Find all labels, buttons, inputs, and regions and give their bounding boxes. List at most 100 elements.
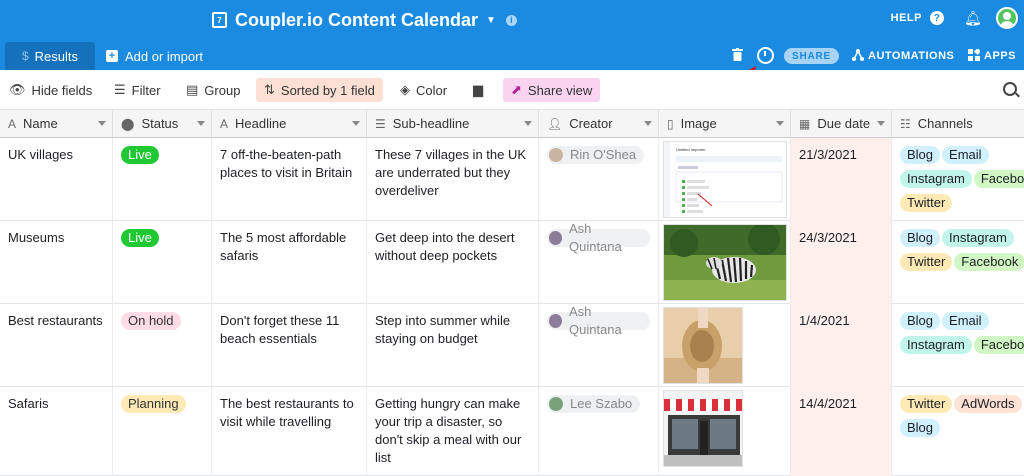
tab-results[interactable]: $ Results [5,42,95,70]
column-header-subheadline[interactable]: ☰ Sub-headline [367,110,539,138]
filter-label: Filter [131,82,161,98]
channel-tag: Facebook [954,253,1024,271]
channel-tag: Blog [900,229,941,247]
share-view-button[interactable]: ⬈ Share view [503,78,601,102]
group-icon: ▤ [186,82,199,97]
cell-name[interactable]: Museums [0,221,113,304]
calendar-icon: 7 [212,12,227,28]
creator-name: Ash Quintana [568,304,622,337]
cell-channels[interactable]: Blog Instagram Twitter Facebook [892,221,1024,304]
sort-button[interactable]: ⇅ Sorted by 1 field [256,78,383,102]
cell-channels[interactable]: BlogEmail InstagramFacebook Twitter [892,138,1024,221]
column-header-name[interactable]: A Name [0,110,113,138]
cell-due-date[interactable]: 24/3/2021 [791,221,892,304]
cell-subheadline[interactable]: Step into summer while staying on budget [367,304,539,387]
bell-icon[interactable]: 🔔︎ [964,10,982,27]
column-header-channels[interactable]: ☷ Channels [892,110,1024,138]
color-label: Color [416,82,448,98]
cell-status[interactable]: Live [113,138,212,221]
cell-headline[interactable]: The 5 most affordable safaris [212,221,367,304]
filter-icon: ☰ [114,82,126,97]
table-row[interactable]: UK villages Live 7 off-the-beaten-path p… [0,138,1024,221]
image-thumbnail[interactable] [663,390,743,467]
cell-subheadline[interactable]: Getting hungry can make your trip a disa… [367,387,539,476]
cell-status[interactable]: Live [113,221,212,304]
search-icon[interactable] [1003,82,1017,96]
cell-due-date[interactable]: 21/3/2021 [791,138,892,221]
apps-button[interactable]: APPS [968,47,1016,64]
add-or-import-label: Add or import [125,48,204,64]
creator-name: Lee Szabo [570,396,633,411]
cell-name[interactable]: Safaris [0,387,113,476]
chevron-down-icon[interactable] [877,121,885,126]
cell-channels[interactable]: BlogEmail InstagramFacebook [892,304,1024,387]
channel-tag: Instagram [900,336,972,354]
text-field-icon: A [220,116,229,131]
cell-channels[interactable]: Twitter AdWords Blog [892,387,1024,476]
image-thumbnail[interactable]: Untitled Importer [663,141,787,218]
channel-tag: Facebook [973,170,1024,188]
cell-subheadline[interactable]: Get deep into the desert without deep po… [367,221,539,304]
chevron-down-icon[interactable] [524,121,532,126]
automations-button[interactable]: AUTOMATIONS [852,48,954,64]
cell-subheadline[interactable]: These 7 villages in the UK are underrate… [367,138,539,221]
status-badge: Live [121,229,159,247]
multi-select-icon: ☷ [900,116,911,131]
cell-image[interactable] [659,387,791,476]
chevron-down-icon[interactable] [197,121,205,126]
column-due-label: Due date [817,116,871,131]
cell-name[interactable]: UK villages [0,138,113,221]
column-header-image[interactable]: ▯ Image [659,110,791,138]
share-button[interactable]: SHARE [784,48,839,64]
cell-status[interactable]: Planning [113,387,212,476]
color-button[interactable]: ◈ Color [400,78,447,102]
avatar [549,314,562,328]
filter-button[interactable]: ☰ Filter [114,78,161,102]
history-icon[interactable] [757,47,774,64]
user-icon: 👤︎ [547,116,563,131]
trash-icon[interactable] [732,48,743,64]
zebra-photo [664,225,786,300]
table-row[interactable]: Museums Live The 5 most affordable safar… [0,221,1024,304]
image-thumbnail[interactable] [663,307,743,384]
chevron-down-icon[interactable] [352,121,360,126]
column-headline-label: Headline [235,116,287,131]
hide-fields-button[interactable]: 👁︎ Hide fields [9,78,92,102]
cell-due-date[interactable]: 1/4/2021 [791,304,892,387]
column-header-due-date[interactable]: ▦ Due date [791,110,892,138]
column-header-status[interactable]: ⬤ Status [113,110,212,138]
table-row[interactable]: Best restaurants On hold Don't forget th… [0,304,1024,387]
chevron-down-icon[interactable] [776,121,784,126]
column-header-creator[interactable]: 👤︎ Creator [539,110,659,138]
cell-image[interactable] [659,304,791,387]
cell-image[interactable]: Untitled Importer [659,138,791,221]
channel-tag: Facebook [973,336,1024,354]
cell-headline[interactable]: 7 off-the-beaten-path places to visit in… [212,138,367,221]
cell-creator[interactable]: Rin O'Shea [539,138,659,221]
avatar[interactable] [996,7,1018,29]
info-icon[interactable]: i [505,14,517,26]
tab-results-label: Results [34,48,79,64]
cell-creator[interactable]: Ash Quintana [539,221,659,304]
cell-due-date[interactable]: 14/4/2021 [791,387,892,476]
cell-status[interactable]: On hold [113,304,212,387]
cell-name[interactable]: Best restaurants [0,304,113,387]
chevron-down-icon[interactable] [98,121,106,126]
table-row[interactable]: Safaris Planning The best restaurants to… [0,387,1024,476]
cell-image[interactable] [659,221,791,304]
chevron-down-icon[interactable]: ▼ [486,15,496,26]
cell-headline[interactable]: The best restaurants to visit while trav… [212,387,367,476]
row-height-button[interactable]: ▆ [473,78,489,102]
base-title[interactable]: 7 Coupler.io Content Calendar ▼ i [212,8,517,32]
cell-headline[interactable]: Don't forget these 11 beach essentials [212,304,367,387]
chevron-down-icon[interactable] [644,121,652,126]
image-thumbnail[interactable] [663,224,787,301]
add-or-import-button[interactable]: + Add or import [106,42,203,70]
group-button[interactable]: ▤ Group [186,78,240,102]
help-button[interactable]: HELP ? [891,11,944,25]
avatar [549,148,563,162]
cell-creator[interactable]: Ash Quintana [539,304,659,387]
cell-creator[interactable]: Lee Szabo [539,387,659,476]
column-header-headline[interactable]: A Headline [212,110,367,138]
automations-icon [852,48,864,64]
